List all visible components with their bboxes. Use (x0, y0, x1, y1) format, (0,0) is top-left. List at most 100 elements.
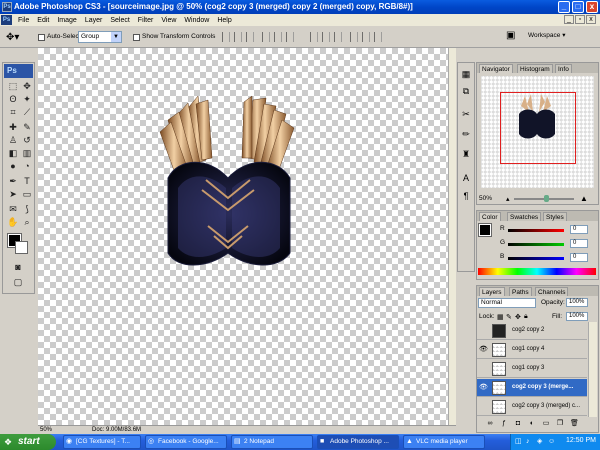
color-spectrum-bar[interactable] (478, 268, 596, 275)
lock-image-icon[interactable]: ✎ (506, 313, 512, 321)
canvas-scrollbar[interactable] (448, 48, 456, 425)
navigator-zoom[interactable]: 50% (479, 195, 492, 202)
channel-g-input[interactable]: 0 (570, 239, 588, 248)
blur-tool-icon[interactable]: ● (7, 161, 19, 172)
layers-scrollbar[interactable] (588, 322, 597, 417)
palette-icon[interactable]: ▦ (459, 68, 473, 80)
zoom-tool-icon[interactable]: ⌕ (21, 217, 33, 228)
link-layers-icon[interactable]: ∞ (486, 420, 494, 428)
slice-tool-icon[interactable]: ⟋ (21, 107, 33, 118)
layer-row[interactable]: 👁︎ cog1 copy 4 (477, 341, 587, 359)
align-bottom-icon[interactable] (246, 32, 254, 42)
navigator-zoom-knob[interactable] (544, 195, 549, 202)
menu-edit[interactable]: Edit (33, 17, 53, 24)
tab-layers[interactable]: Layers (479, 287, 505, 296)
menu-file[interactable]: File (14, 17, 33, 24)
new-layer-icon[interactable]: ❐ (556, 420, 564, 428)
move-tool-icon[interactable]: ✥ (21, 81, 33, 92)
visibility-off-icon[interactable] (479, 403, 488, 411)
distribute-vcenter-icon[interactable] (322, 32, 330, 42)
align-right-icon[interactable] (286, 32, 294, 42)
minimize-button[interactable]: _ (558, 1, 570, 13)
lock-all-icon[interactable]: 🔒︎ (524, 313, 528, 321)
taskbar-item-photoshop[interactable]: ■ Adobe Photoshop ... (317, 435, 399, 449)
maximize-button[interactable]: □ (572, 1, 584, 13)
history-icon[interactable]: ⧉ (459, 85, 473, 97)
crop-tool-icon[interactable]: ⌗ (7, 107, 19, 118)
new-group-icon[interactable]: ▭ (542, 420, 550, 428)
paragraph-icon[interactable]: ¶ (459, 190, 473, 202)
visibility-off-icon[interactable] (479, 365, 488, 373)
channel-g-slider[interactable] (508, 243, 564, 246)
tab-paths[interactable]: Paths (509, 287, 532, 296)
shape-tool-icon[interactable]: ▭ (21, 189, 33, 200)
menu-filter[interactable]: Filter (134, 17, 158, 24)
clock[interactable]: 12:50 PM (566, 437, 596, 444)
workspace-icon[interactable]: ▣ (506, 30, 520, 42)
pen-tool-icon[interactable]: ✒ (7, 176, 19, 187)
channel-b-input[interactable]: 0 (570, 253, 588, 262)
tab-channels[interactable]: Channels (535, 287, 569, 296)
notes-tool-icon[interactable]: ✉ (7, 204, 19, 215)
dodge-tool-icon[interactable]: ◔ (21, 161, 33, 172)
layer-row-selected[interactable]: 👁︎ cog2 copy 3 (merge... (477, 379, 587, 397)
distribute-hcenter-icon[interactable] (362, 32, 370, 42)
screen-mode-icon[interactable]: ▢ (12, 277, 24, 288)
distribute-left-icon[interactable] (350, 32, 358, 42)
tab-color[interactable]: Color (479, 212, 501, 221)
network-icon[interactable]: ◫ (515, 438, 523, 446)
clone-source-icon[interactable]: ♜ (459, 148, 473, 160)
visibility-off-icon[interactable] (479, 327, 488, 335)
layer-row[interactable]: cog2 copy 2 (477, 322, 587, 340)
tools-preset-icon[interactable]: ✂ (459, 108, 473, 120)
clone-stamp-icon[interactable]: ♙ (7, 135, 19, 146)
align-hcenter-icon[interactable] (274, 32, 282, 42)
path-selection-icon[interactable]: ➤ (7, 189, 19, 200)
magic-wand-icon[interactable]: ✦ (21, 94, 33, 105)
align-left-icon[interactable] (262, 32, 270, 42)
tab-swatches[interactable]: Swatches (507, 212, 542, 221)
volume-icon[interactable]: ♪ (526, 438, 534, 446)
menu-layer[interactable]: Layer (81, 17, 107, 24)
brushes-icon[interactable]: ✏ (459, 128, 473, 140)
move-tool-preset-icon[interactable]: ✥▾ (6, 31, 24, 44)
eye-icon[interactable]: 👁︎ (479, 384, 488, 392)
gradient-tool-icon[interactable]: ▥ (21, 148, 33, 159)
auto-select-dropdown[interactable]: Group ▼ (78, 31, 122, 43)
channel-r-input[interactable]: 0 (570, 225, 588, 234)
document-icon[interactable]: Ps (1, 15, 12, 25)
photoshop-app-icon[interactable]: Ps (2, 2, 12, 12)
show-transform-checkbox[interactable] (133, 34, 140, 41)
eyedropper-icon[interactable]: ⟆ (21, 204, 33, 215)
history-brush-icon[interactable]: ↺ (21, 135, 33, 146)
eraser-tool-icon[interactable]: ◧ (7, 148, 19, 159)
layer-row[interactable]: cog2 copy 3 (merged) c... (477, 398, 587, 416)
opacity-input[interactable]: 100% (566, 298, 588, 307)
messenger-icon[interactable]: ☺ (548, 438, 556, 446)
lock-position-icon[interactable]: ✥ (515, 313, 521, 321)
brush-tool-icon[interactable]: ✎ (21, 122, 33, 133)
distribute-right-icon[interactable] (374, 32, 382, 42)
doc-minimize-button[interactable]: _ (564, 15, 574, 24)
healing-brush-icon[interactable]: ✚ (7, 122, 19, 133)
channel-r-slider[interactable] (508, 229, 564, 232)
menu-window[interactable]: Window (180, 17, 213, 24)
taskbar-item-vlc[interactable]: ▲ VLC media player (403, 435, 485, 449)
delete-layer-icon[interactable]: 🗑︎ (570, 420, 579, 428)
menu-image[interactable]: Image (53, 17, 80, 24)
adjustment-layer-icon[interactable]: ◐ (528, 420, 536, 428)
align-top-icon[interactable] (222, 32, 230, 42)
quick-mask-icon[interactable]: ◙ (12, 262, 24, 273)
marquee-tool-icon[interactable]: ⬚ (7, 81, 19, 92)
fill-input[interactable]: 100% (566, 312, 588, 321)
align-vcenter-icon[interactable] (234, 32, 242, 42)
layer-row[interactable]: cog1 copy 3 (477, 360, 587, 378)
color-fg-swatch[interactable] (478, 223, 492, 237)
tab-styles[interactable]: Styles (543, 212, 567, 221)
doc-close-button[interactable]: x (586, 15, 596, 24)
navigator-view-box[interactable] (500, 92, 576, 164)
close-button[interactable]: x (586, 1, 598, 13)
lasso-tool-icon[interactable]: ʘ (7, 94, 19, 105)
character-icon[interactable]: A (459, 172, 473, 184)
tab-info[interactable]: Info (555, 64, 572, 73)
